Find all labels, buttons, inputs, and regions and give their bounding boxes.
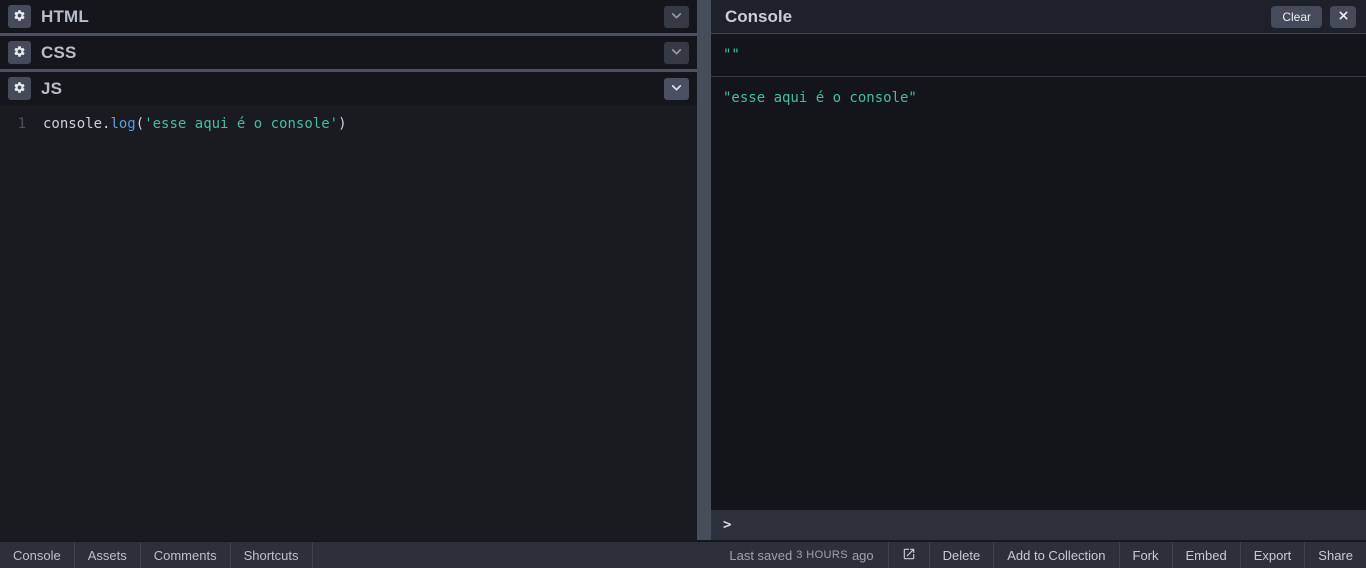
open-in-new-icon: [902, 547, 916, 564]
gear-icon: [13, 45, 26, 61]
console-prompt-caret: >: [723, 517, 732, 533]
js-panel-header[interactable]: JS: [0, 72, 697, 105]
export-button[interactable]: Export: [1239, 542, 1305, 568]
code-token-object: console: [43, 116, 103, 132]
html-panel-header[interactable]: HTML: [0, 0, 697, 33]
console-clear-button[interactable]: Clear: [1271, 5, 1322, 28]
fork-button[interactable]: Fork: [1118, 542, 1172, 568]
footer-tab-comments[interactable]: Comments: [141, 542, 231, 568]
html-settings-button[interactable]: [8, 5, 31, 28]
console-output: "" "esse aqui é o console": [711, 34, 1366, 510]
footer-tab-shortcuts[interactable]: Shortcuts: [231, 542, 313, 568]
embed-button[interactable]: Embed: [1171, 542, 1240, 568]
last-saved-status: Last saved 3 hours ago: [715, 542, 887, 568]
open-live-view-button[interactable]: [887, 542, 929, 568]
footer-tab-console[interactable]: Console: [0, 542, 75, 568]
css-panel-header[interactable]: CSS: [0, 36, 697, 69]
main-area: HTML CSS JS 1 console.log('esse aqui é o…: [0, 0, 1366, 540]
code-text: console.log('esse aqui é o console'): [43, 115, 347, 134]
gear-icon: [13, 81, 26, 97]
code-token-paren: (: [135, 116, 145, 132]
js-panel-title: JS: [41, 78, 63, 98]
code-token-paren: ): [338, 116, 347, 132]
footer-spacer: [313, 542, 716, 568]
delete-button[interactable]: Delete: [928, 542, 994, 568]
console-header: Console Clear: [711, 0, 1366, 34]
add-to-collection-button[interactable]: Add to Collection: [993, 542, 1118, 568]
js-settings-button[interactable]: [8, 77, 31, 100]
chevron-down-icon: [670, 9, 683, 25]
css-collapse-button[interactable]: [664, 41, 689, 64]
last-saved-suffix: ago: [851, 547, 874, 563]
console-close-button[interactable]: [1330, 5, 1356, 28]
close-icon: [1338, 9, 1349, 24]
editors-column: HTML CSS JS 1 console.log('esse aqui é o…: [0, 0, 697, 540]
code-token-method: log: [110, 116, 136, 132]
chevron-down-icon: [670, 81, 683, 97]
console-command-input[interactable]: [739, 517, 1354, 533]
footer-tab-assets[interactable]: Assets: [75, 542, 141, 568]
console-prompt-row[interactable]: >: [711, 510, 1366, 540]
html-collapse-button[interactable]: [664, 5, 689, 28]
code-line: 1 console.log('esse aqui é o console'): [0, 115, 697, 134]
console-log-entry: "esse aqui é o console": [711, 76, 1366, 119]
codepen-editor: HTML CSS JS 1 console.log('esse aqui é o…: [0, 0, 1366, 568]
gear-icon: [13, 9, 26, 25]
last-saved-prefix: Last saved: [729, 547, 793, 563]
html-panel-title: HTML: [41, 6, 90, 26]
panel-resizer[interactable]: [697, 0, 711, 540]
chevron-down-icon: [670, 45, 683, 61]
console-title: Console: [725, 6, 793, 26]
share-button[interactable]: Share: [1304, 542, 1366, 568]
js-collapse-button[interactable]: [664, 77, 689, 100]
line-number: 1: [17, 116, 26, 132]
console-panel: Console Clear "" "esse aqui é o console"…: [711, 0, 1366, 540]
footer-bar: Console Assets Comments Shortcuts Last s…: [0, 540, 1366, 568]
console-log-entry: "": [723, 47, 740, 63]
css-settings-button[interactable]: [8, 41, 31, 64]
js-code-editor[interactable]: 1 console.log('esse aqui é o console'): [0, 105, 697, 540]
css-panel-title: CSS: [41, 42, 77, 62]
code-token-string: 'esse aqui é o console': [144, 116, 339, 132]
last-saved-time: 3 hours: [796, 549, 848, 561]
